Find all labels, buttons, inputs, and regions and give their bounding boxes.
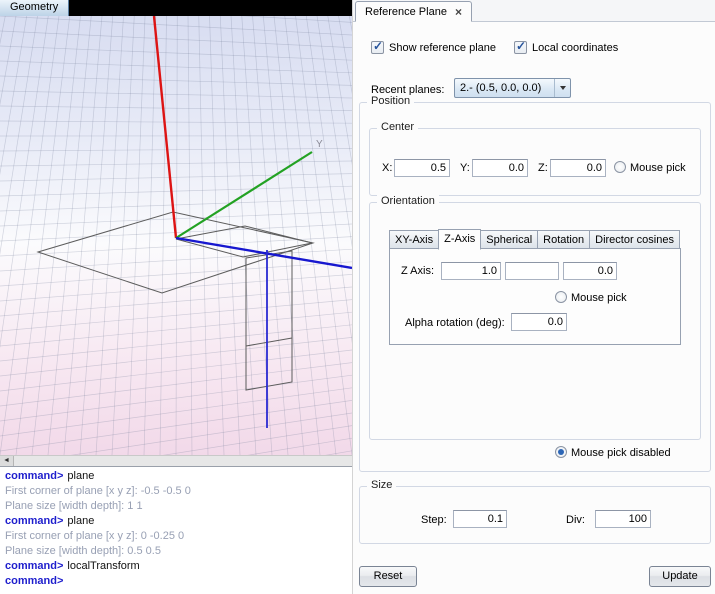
orientation-mouse-pick-label: Mouse pick <box>571 292 627 304</box>
center-y-input[interactable] <box>472 159 528 177</box>
tab-xy-axis[interactable]: XY-Axis <box>389 230 439 249</box>
step-label: Step: <box>421 514 447 526</box>
mouse-pick-disabled-label: Mouse pick disabled <box>571 447 671 459</box>
left-tab-bar: Geometry <box>0 0 352 16</box>
z-axis-z-input[interactable] <box>563 262 617 280</box>
show-reference-plane-checkbox[interactable] <box>371 41 384 54</box>
local-coordinates-label: Local coordinates <box>532 42 618 54</box>
center-x-label: X: <box>382 162 392 174</box>
console-output: Plane size [width depth]: 1 1 <box>5 499 352 514</box>
viewport-canvas: Y <box>0 16 352 455</box>
3d-viewport[interactable]: Y <box>0 16 352 455</box>
alpha-rotation-input[interactable] <box>511 313 567 331</box>
center-z-label: Z: <box>538 162 548 174</box>
chevron-down-icon <box>560 86 566 90</box>
command-console[interactable]: command> plane First corner of plane [x y… <box>0 466 352 594</box>
console-line: command> plane <box>5 514 352 529</box>
step-input[interactable] <box>453 510 507 528</box>
geometry-pane: Geometry Y ◄ command>plane F <box>0 0 352 594</box>
size-group-label: Size <box>367 479 396 491</box>
recent-planes-value: 2.- (0.5, 0.0, 0.0) <box>455 82 554 94</box>
z-axis-blue <box>176 238 352 268</box>
center-mouse-pick-label: Mouse pick <box>630 162 686 174</box>
show-reference-plane-label: Show reference plane <box>389 42 496 54</box>
z-axis-y-input[interactable] <box>505 262 559 280</box>
size-group <box>359 486 711 544</box>
console-output: First corner of plane [x y z]: -0.5 -0.5… <box>5 484 352 499</box>
y-axis-green <box>176 152 312 238</box>
console-input-line[interactable]: command> <box>5 574 352 589</box>
div-input[interactable] <box>595 510 651 528</box>
orientation-tabs: XY-AxisZ-AxisSphericalRotationDirector c… <box>389 229 679 249</box>
tab-spherical[interactable]: Spherical <box>480 230 538 249</box>
dropdown-arrow-zone[interactable] <box>554 79 570 97</box>
console-line: command> plane <box>5 469 352 484</box>
div-label: Div: <box>566 514 585 526</box>
alpha-rotation-label: Alpha rotation (deg): <box>405 317 505 329</box>
horizontal-scrollbar[interactable]: ◄ <box>0 455 352 466</box>
z-axis-label: Z Axis: <box>401 265 434 277</box>
center-group-label: Center <box>377 121 418 133</box>
console-command: plane <box>67 515 94 527</box>
tab-director-cosines[interactable]: Director cosines <box>589 230 680 249</box>
tab-reference-plane[interactable]: Reference Plane × <box>355 1 472 22</box>
tab-label: Reference Plane <box>365 6 447 18</box>
local-coordinates-checkbox[interactable] <box>514 41 527 54</box>
axis-label: Y <box>316 139 323 150</box>
x-axis-red <box>154 16 176 238</box>
z-axis-x-input[interactable] <box>441 262 501 280</box>
tab-z-axis[interactable]: Z-Axis <box>438 229 481 250</box>
console-line: command> localTransform <box>5 559 352 574</box>
console-command: plane <box>67 470 94 482</box>
center-x-input[interactable] <box>394 159 450 177</box>
console-prompt: command> <box>5 515 63 527</box>
position-group-label: Position <box>367 95 414 107</box>
console-output: Plane size [width depth]: 0.5 0.5 <box>5 544 352 559</box>
panel-tab-bar: Reference Plane × <box>353 0 715 22</box>
center-y-label: Y: <box>460 162 470 174</box>
update-button[interactable]: Update <box>649 566 711 587</box>
application-window: Geometry Y ◄ command>plane F <box>0 0 715 594</box>
tab-rotation[interactable]: Rotation <box>537 230 590 249</box>
tab-geometry[interactable]: Geometry <box>0 0 69 16</box>
console-output: First corner of plane [x y z]: 0 -0.25 0 <box>5 529 352 544</box>
mouse-pick-disabled-radio[interactable] <box>555 446 567 458</box>
center-mouse-pick-radio[interactable] <box>614 161 626 173</box>
console-prompt: command> <box>5 575 63 587</box>
orientation-group-label: Orientation <box>377 195 439 207</box>
center-z-input[interactable] <box>550 159 606 177</box>
recent-planes-dropdown[interactable]: 2.- (0.5, 0.0, 0.0) <box>454 78 571 98</box>
reference-plane-panel: Reference Plane × Show reference plane L… <box>352 0 715 594</box>
orientation-mouse-pick-radio[interactable] <box>555 291 567 303</box>
console-prompt: command> <box>5 560 63 572</box>
console-command: localTransform <box>67 560 139 572</box>
scroll-left-arrow-icon[interactable]: ◄ <box>0 456 14 466</box>
reset-button[interactable]: Reset <box>359 566 417 587</box>
close-icon[interactable]: × <box>455 6 462 18</box>
console-prompt: command> <box>5 470 63 482</box>
